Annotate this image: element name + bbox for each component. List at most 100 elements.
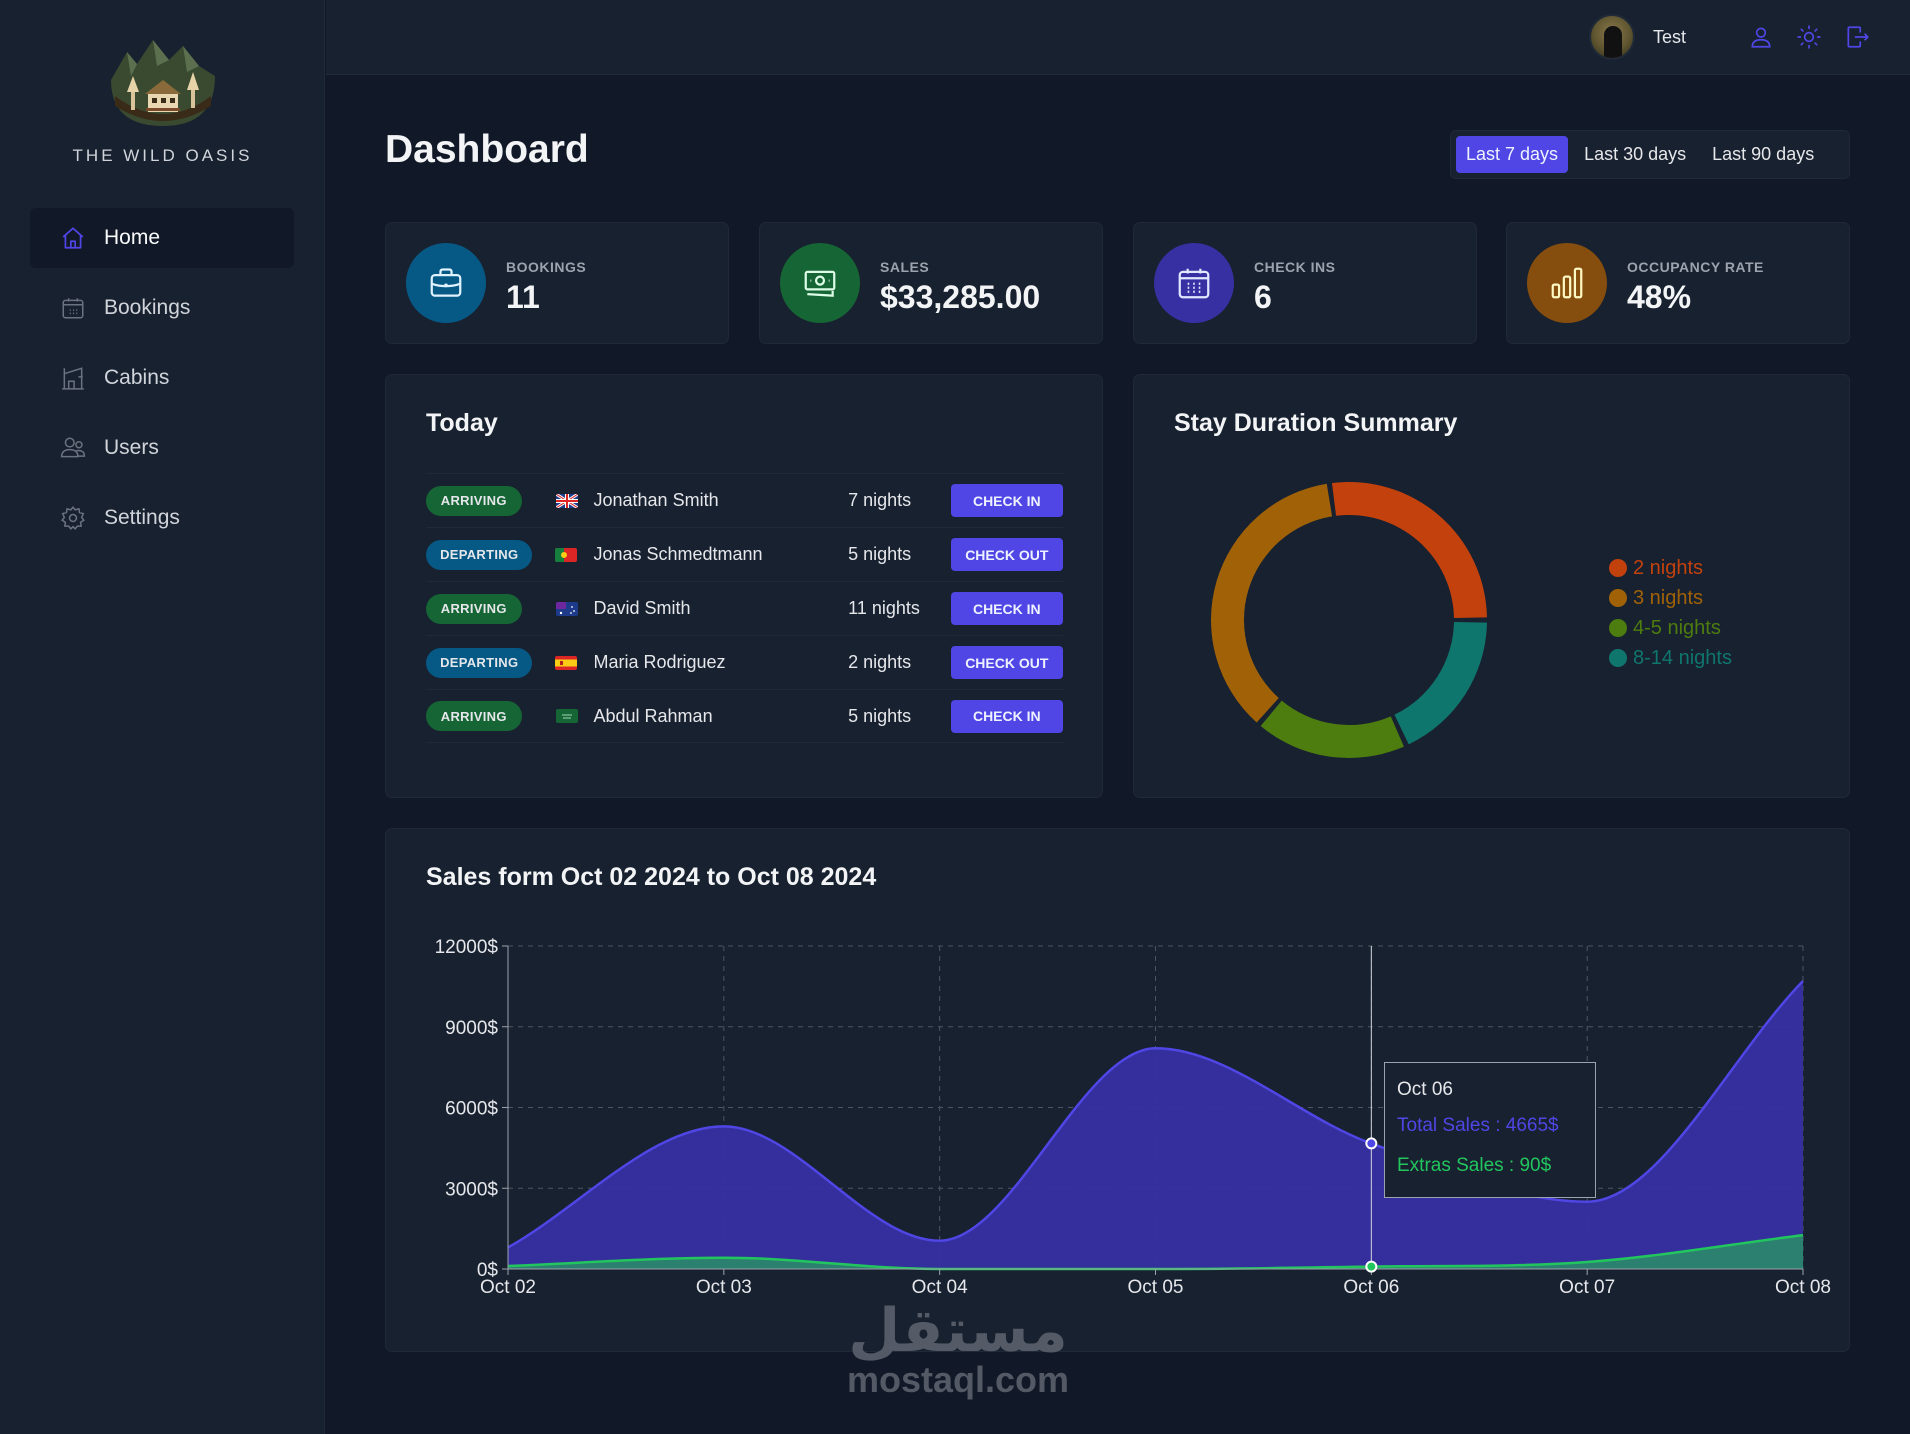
today-title: Today	[426, 409, 498, 437]
stat-icon-circle	[1154, 243, 1234, 323]
sun-icon[interactable]	[1796, 24, 1822, 50]
x-tick-label: Oct 04	[912, 1277, 968, 1298]
y-tick-label: 3000$	[445, 1179, 498, 1200]
stat-icon-circle	[406, 243, 486, 323]
sidebar-item-label: Settings	[104, 506, 180, 529]
filter-last-90-days[interactable]: Last 90 days	[1702, 136, 1824, 173]
nights-count: 11 nights	[848, 598, 920, 618]
sidebar-item-home[interactable]: Home	[30, 208, 294, 268]
stay-duration-panel: Stay Duration Summary 2 nights 3 nights 4-…	[1133, 374, 1850, 798]
banknotes-icon	[804, 270, 836, 297]
donut-legend: 2 nights 3 nights 4-5 nights 8-14 nights	[1609, 553, 1732, 673]
legend-item: 2 nights	[1609, 553, 1732, 583]
legend-item: 8-14 nights	[1609, 643, 1732, 673]
today-list: ARRIVING Jonathan Smith 7 nights CHECK IN DE…	[426, 473, 1064, 743]
guest-name: Jonathan Smith	[593, 490, 719, 510]
donut-slice-4-5-nights[interactable]	[1260, 700, 1404, 758]
stat-value: $33,285.00	[880, 279, 1041, 315]
stat-label: OCCUPANCY RATE	[1627, 259, 1764, 275]
status-badge: DEPARTING	[426, 647, 533, 678]
gear-icon	[61, 505, 85, 530]
flag-au-icon	[555, 601, 578, 616]
stat-value: 11	[506, 279, 540, 315]
sidebar-item-label: Bookings	[104, 296, 191, 319]
legend-label: 2 nights	[1633, 556, 1704, 579]
tooltip-title: Oct 06	[1397, 1079, 1453, 1100]
legend-label: 4-5 nights	[1633, 616, 1721, 639]
stat-icon-circle	[780, 243, 860, 323]
stat-card-sales: SALES $33,285.00	[759, 222, 1103, 344]
x-tick-label: Oct 06	[1343, 1277, 1399, 1298]
flag-sa-icon	[555, 709, 578, 723]
top-header: Test	[326, 0, 1910, 75]
cabin-icon	[62, 367, 84, 390]
sidebar-item-label: Users	[104, 436, 159, 459]
active-dot-total-sales[interactable]	[1365, 1137, 1378, 1150]
today-row: DEPARTING Maria Rodriguez 2 nights CHECK OU…	[426, 635, 1064, 689]
today-panel: Today ARRIVING Jonathan Smith 7 nights CHEC…	[385, 374, 1103, 798]
area-total-sales	[508, 980, 1803, 1269]
donut-slice-3-nights[interactable]	[1211, 483, 1333, 723]
user-menu: Test	[1588, 14, 1870, 60]
today-row: ARRIVING Abdul Rahman 5 nights CHECK IN	[426, 689, 1063, 743]
home-icon	[62, 227, 84, 249]
stat-value: 48%	[1627, 279, 1692, 315]
y-tick-label: 9000$	[445, 1018, 498, 1039]
user-name: Test	[1652, 26, 1686, 47]
x-tick-label: Oct 08	[1775, 1277, 1831, 1298]
status-badge: ARRIVING	[426, 485, 522, 516]
sidebar-item-users[interactable]: Users	[30, 418, 294, 478]
chart-bar-icon	[1551, 267, 1583, 299]
stay-duration-title: Stay Duration Summary	[1174, 409, 1458, 437]
flag-uk-icon	[555, 493, 578, 508]
watermark-latin: mostaql.com	[846, 1359, 1070, 1400]
check-in-button[interactable]: CHECK IN	[950, 592, 1063, 625]
filter-last-30-days[interactable]: Last 30 days	[1574, 136, 1696, 173]
today-row: ARRIVING David Smith 11 nights CHECK IN	[426, 581, 1063, 635]
y-tick-label: 12000$	[435, 937, 499, 958]
legend-item: 4-5 nights	[1609, 613, 1732, 643]
legend-dot-icon	[1609, 649, 1627, 667]
active-dot-extras-sales[interactable]	[1365, 1260, 1378, 1273]
logout-icon[interactable]	[1844, 24, 1870, 50]
legend-item: 3 nights	[1609, 583, 1732, 613]
stat-card-check-ins: CHECK INS 6	[1133, 222, 1477, 344]
today-row: DEPARTING Jonas Schmedtmann 5 nights CHECK …	[426, 527, 1064, 581]
legend-dot-icon	[1609, 559, 1627, 577]
x-tick-label: Oct 03	[696, 1277, 752, 1298]
stat-card-occupancy: OCCUPANCY RATE 48%	[1506, 222, 1850, 344]
guest-name: Abdul Rahman	[593, 705, 713, 726]
flag-pt-icon	[555, 547, 578, 562]
legend-dot-icon	[1609, 589, 1627, 607]
avatar[interactable]	[1588, 14, 1635, 60]
donut-slice-2-nights[interactable]	[1331, 482, 1487, 618]
user-icon[interactable]	[1748, 24, 1774, 50]
chart-tooltip: Oct 06 Total Sales : 4665$ Extras Sales …	[1384, 1062, 1596, 1198]
check-in-button[interactable]: CHECK IN	[950, 699, 1063, 733]
sidebar-nav: Home Bookings Cabins Users Settings	[30, 208, 294, 558]
guest-name: Jonas Schmedtmann	[593, 544, 763, 564]
stat-icon-circle	[1527, 243, 1607, 323]
page-title: Dashboard	[385, 128, 589, 171]
stat-label: BOOKINGS	[506, 259, 587, 275]
y-tick-label: 6000$	[445, 1099, 498, 1120]
logo-icon[interactable]	[107, 36, 219, 128]
brand-name: THE WILD OASIS	[72, 146, 253, 165]
stay-duration-donut	[1211, 482, 1487, 758]
check-in-button[interactable]: CHECK IN	[950, 484, 1063, 517]
sidebar-item-settings[interactable]: Settings	[30, 488, 294, 548]
check-out-button[interactable]: CHECK OUT	[950, 538, 1064, 571]
sidebar-item-cabins[interactable]: Cabins	[30, 348, 294, 408]
sales-area-chart: 0$3000$6000$9000$12000$Oct 02 Oct 03 Oct 0…	[435, 937, 1831, 1298]
check-out-button[interactable]: CHECK OUT	[950, 646, 1064, 679]
status-badge: ARRIVING	[426, 593, 522, 624]
tooltip-extras-sales: Extras Sales : 90$	[1397, 1155, 1552, 1176]
filter-last-7-days[interactable]: Last 7 days	[1456, 136, 1569, 173]
date-filter: Last 7 days Last 30 days Last 90 days	[1450, 130, 1850, 179]
stat-value: 6	[1254, 279, 1272, 315]
flag-es-icon	[555, 655, 578, 670]
sidebar-item-bookings[interactable]: Bookings	[30, 278, 294, 338]
nights-count: 2 nights	[848, 652, 912, 672]
sidebar: THE WILD OASIS Home Bookings Cabins User…	[0, 0, 325, 1434]
donut-slice-8-14-nights[interactable]	[1394, 622, 1487, 745]
